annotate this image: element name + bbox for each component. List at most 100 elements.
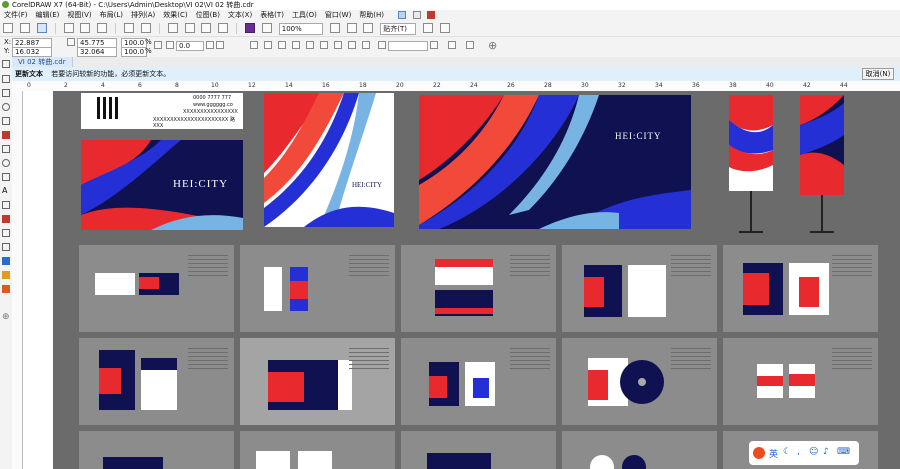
vertical-ruler[interactable] xyxy=(12,91,23,469)
height-field[interactable]: 32.064 cm xyxy=(77,47,117,64)
outline-pen-icon[interactable] xyxy=(378,41,386,49)
front-minus-back-icon[interactable] xyxy=(362,41,370,49)
mockup-tile-row3-4[interactable] xyxy=(562,431,717,469)
zoom-tool-icon[interactable] xyxy=(2,103,10,111)
mirror-horizontal-icon[interactable] xyxy=(206,41,214,49)
export-icon[interactable] xyxy=(201,23,212,33)
ime-punctuation-icon[interactable]: , xyxy=(797,447,800,457)
mockup-tile-row3-3[interactable] xyxy=(401,431,556,469)
color-styles-icon[interactable] xyxy=(426,11,435,19)
interactive-fill-tool-icon[interactable] xyxy=(2,271,10,279)
mockup-tile-envelopes[interactable] xyxy=(401,245,556,332)
mockup-tile-tote-bags[interactable] xyxy=(401,338,556,425)
banner-flag-right[interactable] xyxy=(800,95,844,195)
parallel-dimension-tool-icon[interactable] xyxy=(2,201,10,209)
mockup-tile-shopping-bag[interactable] xyxy=(240,338,395,425)
welcome-screen-icon[interactable] xyxy=(261,23,272,33)
connector-tool-icon[interactable] xyxy=(2,215,10,223)
ungroup-all-icon[interactable] xyxy=(292,41,300,49)
mockup-tile-badges[interactable] xyxy=(240,245,395,332)
new-document-icon[interactable] xyxy=(3,23,13,33)
combine-icon[interactable] xyxy=(250,41,258,49)
paste-icon[interactable] xyxy=(97,23,108,33)
transparency-tool-icon[interactable] xyxy=(2,243,10,251)
publish-pdf-icon[interactable] xyxy=(218,23,229,33)
menu-bitmaps[interactable]: 位图(B) xyxy=(192,10,224,21)
mockup-tile-row3-1[interactable] xyxy=(79,431,234,469)
menu-window[interactable]: 窗口(W) xyxy=(321,10,355,21)
artistic-media-tool-icon[interactable] xyxy=(2,131,10,139)
ime-microphone-icon[interactable]: ♪ xyxy=(823,447,829,457)
ime-moon-icon[interactable]: ☾ xyxy=(783,447,791,457)
business-card-front[interactable]: 0000 7777 777 www.gggggg.co XXXXXXXXXXXX… xyxy=(81,93,243,129)
polygon-tool-icon[interactable] xyxy=(2,173,10,181)
show-rulers-icon[interactable] xyxy=(346,23,357,33)
trim-icon[interactable] xyxy=(320,41,328,49)
menu-view[interactable]: 视图(V) xyxy=(63,10,95,21)
ime-emoji-icon[interactable]: ☺ xyxy=(809,447,818,457)
menu-effects[interactable]: 效果(C) xyxy=(159,10,191,21)
shape-tool-icon[interactable] xyxy=(2,75,10,83)
mockup-tile-business-cards[interactable] xyxy=(79,245,234,332)
mockup-tile-letterhead[interactable] xyxy=(562,245,717,332)
to-front-icon[interactable] xyxy=(448,41,456,49)
zoom-level-select[interactable]: 100% xyxy=(278,23,323,35)
rectangle-tool-icon[interactable] xyxy=(2,145,10,153)
intersect-icon[interactable] xyxy=(334,41,342,49)
document-page[interactable]: 0000 7777 777 www.gggggg.co XXXXXXXXXXXX… xyxy=(53,91,900,469)
options-icon[interactable] xyxy=(423,23,434,33)
crop-tool-icon[interactable] xyxy=(2,89,10,97)
snap-to-dropdown[interactable]: 贴齐(T) xyxy=(380,23,417,35)
group-icon[interactable] xyxy=(264,41,272,49)
weld-icon[interactable] xyxy=(306,41,314,49)
simplify-icon[interactable] xyxy=(348,41,356,49)
ime-language-toggle[interactable]: 英 xyxy=(769,447,778,460)
ellipse-tool-icon[interactable] xyxy=(2,159,10,167)
full-screen-icon[interactable] xyxy=(329,23,340,33)
copy-icon[interactable] xyxy=(80,23,91,33)
ime-toolbar[interactable]: 英 ☾ , ☺ ♪ ⌨ xyxy=(749,441,859,465)
menu-file[interactable]: 文件(F) xyxy=(0,10,32,21)
menu-tools[interactable]: 工具(O) xyxy=(288,10,321,21)
banner-flag-left[interactable] xyxy=(729,95,773,191)
mirror-vertical-icon[interactable] xyxy=(216,41,224,49)
freehand-tool-icon[interactable] xyxy=(2,117,10,125)
ime-keyboard-icon[interactable]: ⌨ xyxy=(837,447,850,457)
import-icon[interactable] xyxy=(184,23,195,33)
align-distribute-icon[interactable] xyxy=(430,41,438,49)
cancel-button[interactable]: 取消(N) xyxy=(862,68,894,80)
menu-help[interactable]: 帮助(H) xyxy=(355,10,388,21)
mockup-tile-folders[interactable] xyxy=(723,245,878,332)
document-tab[interactable]: VI 02 转曲.cdr xyxy=(12,57,73,67)
redo-icon[interactable] xyxy=(140,23,151,33)
color-eyedropper-tool-icon[interactable] xyxy=(2,257,10,265)
corel-connect-icon[interactable] xyxy=(245,23,255,33)
y-position-field[interactable]: 16.032 cm xyxy=(12,47,52,64)
add-icon[interactable]: ⊕ xyxy=(488,39,497,52)
scale-y-field[interactable]: 100.0 xyxy=(121,47,147,57)
mockup-tile-cup-bags[interactable] xyxy=(79,338,234,425)
menu-text[interactable]: 文本(X) xyxy=(224,10,256,21)
menu-table[interactable]: 表格(T) xyxy=(256,10,288,21)
menu-edit[interactable]: 编辑(E) xyxy=(32,10,64,21)
lock-ratio-icon[interactable] xyxy=(154,41,162,49)
cut-icon[interactable] xyxy=(63,23,74,33)
undo-icon[interactable] xyxy=(124,23,134,33)
smart-fill-tool-icon[interactable] xyxy=(2,285,10,293)
outline-width-select[interactable] xyxy=(388,41,428,51)
options-icon[interactable] xyxy=(412,11,421,19)
ungroup-icon[interactable] xyxy=(278,41,286,49)
rotation-field[interactable]: 0.0 xyxy=(176,41,204,51)
folder-design[interactable]: HEI:CITY xyxy=(264,93,394,227)
show-grid-icon[interactable] xyxy=(363,23,374,33)
add-tool-icon[interactable]: ⊕ xyxy=(2,313,10,322)
save-icon[interactable] xyxy=(36,23,47,33)
mockup-tile-cups[interactable] xyxy=(723,338,878,425)
to-back-icon[interactable] xyxy=(466,41,474,49)
application-launcher-icon[interactable] xyxy=(398,11,407,19)
pick-tool-icon[interactable] xyxy=(2,60,10,68)
drop-shadow-tool-icon[interactable] xyxy=(2,229,10,237)
search-content-icon[interactable] xyxy=(167,23,178,33)
open-icon[interactable] xyxy=(19,23,30,33)
drawing-canvas[interactable]: 0000 7777 777 www.gggggg.co XXXXXXXXXXXX… xyxy=(23,91,900,469)
